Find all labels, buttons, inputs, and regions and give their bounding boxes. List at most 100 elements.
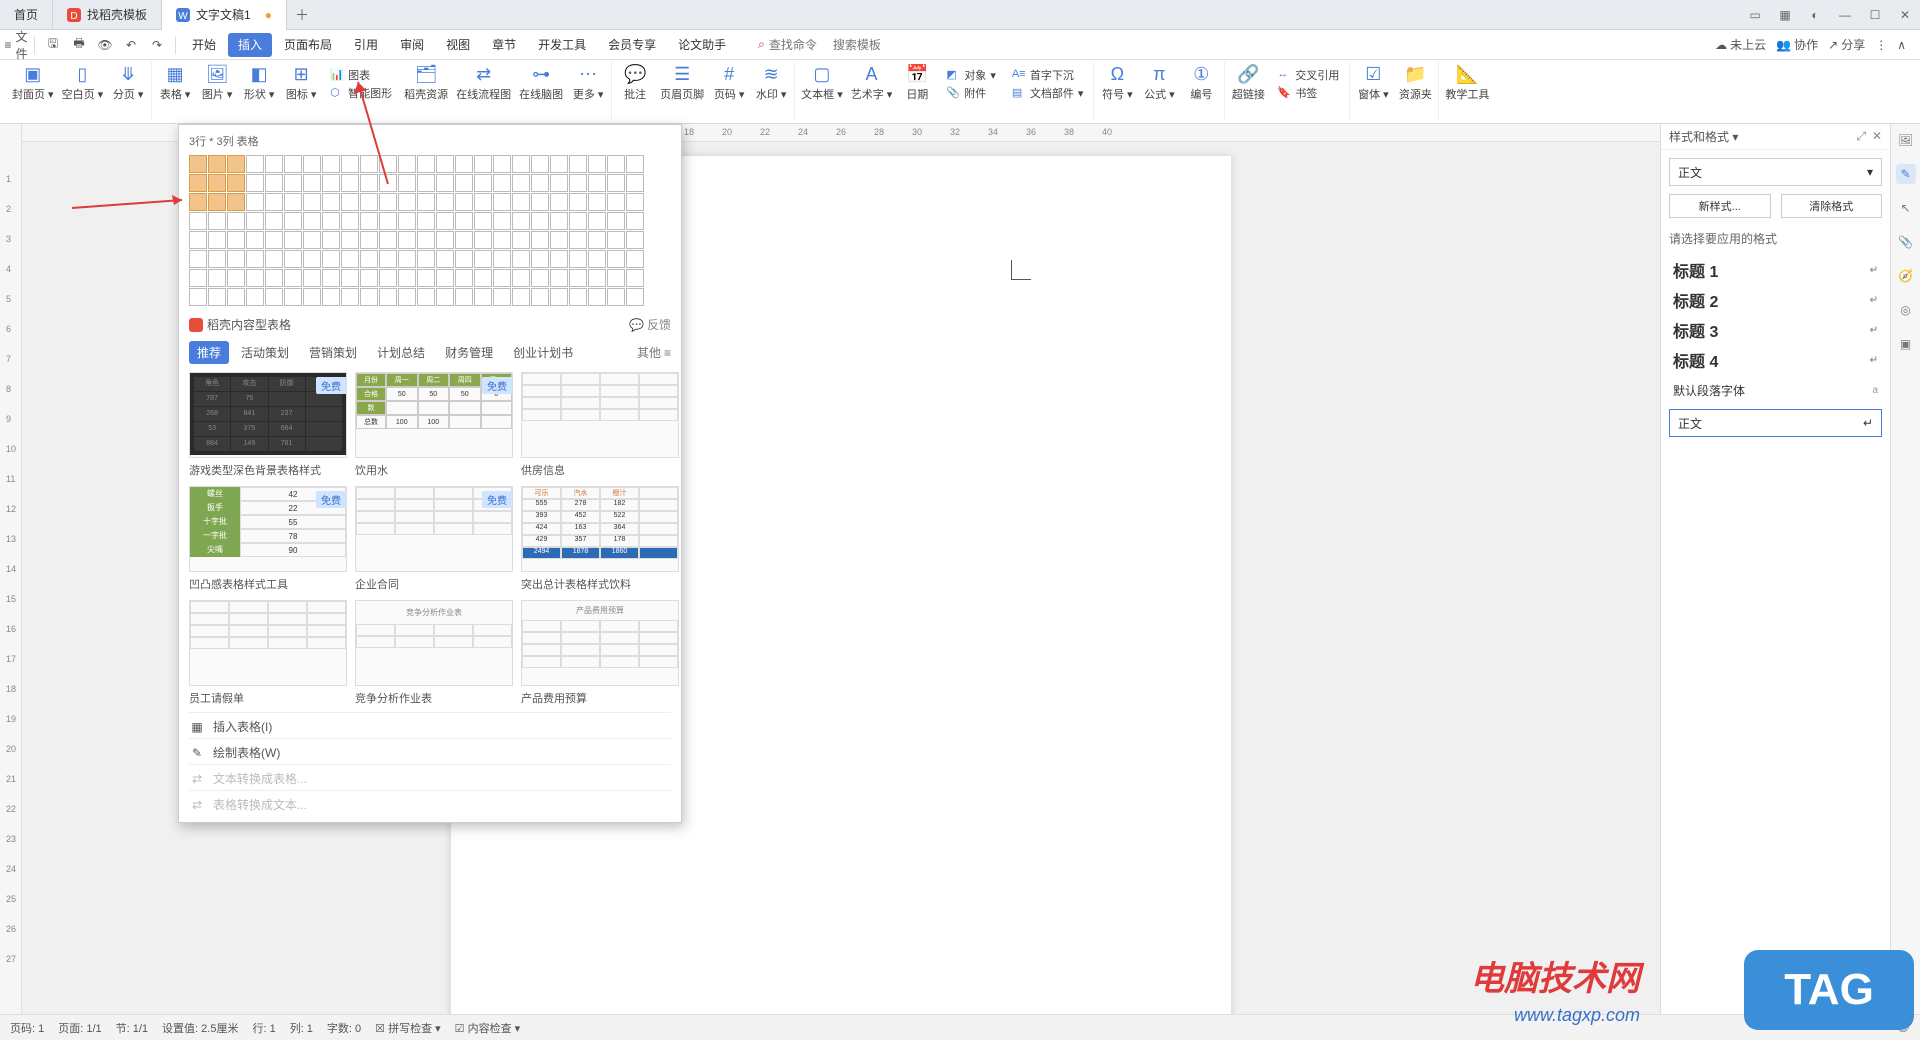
- pagenum-button[interactable]: #页码 ▾: [712, 64, 746, 102]
- grid-cell[interactable]: [531, 174, 549, 192]
- grid-cell[interactable]: [531, 212, 549, 230]
- grid-cell[interactable]: [588, 212, 606, 230]
- grid-cell[interactable]: [189, 155, 207, 173]
- grid-cell[interactable]: [341, 193, 359, 211]
- grid-cell[interactable]: [436, 212, 454, 230]
- wordart-button[interactable]: A艺术字 ▾: [851, 64, 893, 104]
- grid-cell[interactable]: [626, 269, 644, 287]
- grid-cell[interactable]: [284, 212, 302, 230]
- grid-cell[interactable]: [265, 155, 283, 173]
- sb-position[interactable]: 设置值: 2.5厘米: [162, 1020, 238, 1036]
- rt-book-icon[interactable]: ▣: [1896, 334, 1916, 354]
- resource2-button[interactable]: 📁资源夹: [1398, 64, 1432, 102]
- style-h1[interactable]: 标题 1↵: [1669, 255, 1882, 285]
- grid-cell[interactable]: [341, 231, 359, 249]
- grid-cell[interactable]: [303, 250, 321, 268]
- grid-cell[interactable]: [303, 269, 321, 287]
- resource-button[interactable]: 🗂稻壳资源: [404, 64, 448, 104]
- link-button[interactable]: 🔗超链接: [1231, 64, 1265, 104]
- rt-style-icon[interactable]: ✎: [1896, 164, 1916, 184]
- grid-cell[interactable]: [379, 269, 397, 287]
- panel-pin-icon[interactable]: ⤢: [1856, 129, 1866, 144]
- grid-cell[interactable]: [550, 155, 568, 173]
- tpl-tab-activity[interactable]: 活动策划: [233, 341, 297, 364]
- clear-style-button[interactable]: 清除格式: [1781, 194, 1883, 218]
- grid-cell[interactable]: [626, 250, 644, 268]
- rt-pin-icon[interactable]: ◎: [1896, 300, 1916, 320]
- grid-cell[interactable]: [607, 193, 625, 211]
- style-h2[interactable]: 标题 2↵: [1669, 285, 1882, 315]
- cloud-status[interactable]: ☁未上云: [1715, 36, 1766, 53]
- grid-cell[interactable]: [512, 288, 530, 306]
- grid-cell[interactable]: [284, 231, 302, 249]
- blank-button[interactable]: ▯空白页 ▾: [62, 64, 104, 102]
- textbox-button[interactable]: ▢文本框 ▾: [801, 64, 843, 104]
- grid-cell[interactable]: [512, 193, 530, 211]
- grid-cell[interactable]: [569, 288, 587, 306]
- grid-cell[interactable]: [246, 212, 264, 230]
- tpl-card-8[interactable]: 竞争分析作业表竞争分析作业表: [355, 600, 513, 706]
- grid-cell[interactable]: [474, 250, 492, 268]
- grid-cell[interactable]: [569, 174, 587, 192]
- grid-cell[interactable]: [531, 288, 549, 306]
- menu-section[interactable]: 章节: [482, 33, 526, 57]
- grid-cell[interactable]: [398, 174, 416, 192]
- grid-cell[interactable]: [474, 174, 492, 192]
- grid-cell[interactable]: [569, 193, 587, 211]
- coop-button[interactable]: 👥协作: [1776, 36, 1818, 53]
- formula-button[interactable]: π公式 ▾: [1142, 64, 1176, 102]
- tpl-card-4[interactable]: 螺丝42扳手22十字批55一字批78尖嘴90免费凹凸感表格样式工具: [189, 486, 347, 592]
- icon-button[interactable]: ⊞图标 ▾: [284, 64, 318, 104]
- flow-button[interactable]: ⇄在线流程图: [456, 64, 511, 104]
- grid-cell[interactable]: [322, 269, 340, 287]
- grid-cell[interactable]: [607, 288, 625, 306]
- form-button[interactable]: ☑窗体 ▾: [1356, 64, 1390, 102]
- grid-cell[interactable]: [569, 269, 587, 287]
- grid-cell[interactable]: [303, 155, 321, 173]
- grid-cell[interactable]: [531, 231, 549, 249]
- shape-button[interactable]: ◧形状 ▾: [242, 64, 276, 104]
- grid-cell[interactable]: [303, 231, 321, 249]
- grid-cell[interactable]: [417, 212, 435, 230]
- grid-cell[interactable]: [531, 155, 549, 173]
- insert-table-item[interactable]: ▦插入表格(I): [189, 712, 671, 738]
- grid-cell[interactable]: [189, 269, 207, 287]
- app-menu-button[interactable]: ≡ 文件: [4, 33, 28, 57]
- tpl-tab-startup[interactable]: 创业计划书: [505, 341, 581, 364]
- grid-cell[interactable]: [303, 193, 321, 211]
- grid-icon[interactable]: ▦: [1770, 0, 1800, 30]
- grid-cell[interactable]: [626, 231, 644, 249]
- rt-image-icon[interactable]: 🖼: [1896, 130, 1916, 150]
- grid-cell[interactable]: [360, 269, 378, 287]
- grid-cell[interactable]: [360, 250, 378, 268]
- sb-pages[interactable]: 页面: 1/1: [58, 1020, 101, 1036]
- tpl-tab-other[interactable]: 其他 ≡: [637, 344, 671, 361]
- grid-cell[interactable]: [550, 288, 568, 306]
- grid-cell[interactable]: [208, 193, 226, 211]
- grid-cell[interactable]: [208, 269, 226, 287]
- grid-cell[interactable]: [227, 231, 245, 249]
- grid-cell[interactable]: [436, 231, 454, 249]
- grid-cell[interactable]: [227, 212, 245, 230]
- menu-review[interactable]: 审阅: [390, 33, 434, 57]
- grid-cell[interactable]: [341, 250, 359, 268]
- grid-cell[interactable]: [379, 288, 397, 306]
- grid-cell[interactable]: [284, 269, 302, 287]
- grid-cell[interactable]: [436, 155, 454, 173]
- rt-select-icon[interactable]: ↖: [1896, 198, 1916, 218]
- share-button[interactable]: ↗分享: [1828, 36, 1865, 53]
- grid-cell[interactable]: [208, 212, 226, 230]
- grid-cell[interactable]: [436, 174, 454, 192]
- grid-cell[interactable]: [626, 212, 644, 230]
- grid-cell[interactable]: [607, 269, 625, 287]
- grid-cell[interactable]: [322, 250, 340, 268]
- close-button[interactable]: ✕: [1890, 0, 1920, 30]
- grid-cell[interactable]: [455, 231, 473, 249]
- grid-cell[interactable]: [360, 231, 378, 249]
- bookmark-button[interactable]: 🔖书签: [1277, 84, 1339, 102]
- menu-start[interactable]: 开始: [182, 33, 226, 57]
- tpl-tab-plan[interactable]: 计划总结: [369, 341, 433, 364]
- grid-cell[interactable]: [493, 231, 511, 249]
- tab-add[interactable]: ＋: [287, 5, 317, 25]
- tpl-card-9[interactable]: 产品费用预算产品费用预算: [521, 600, 679, 706]
